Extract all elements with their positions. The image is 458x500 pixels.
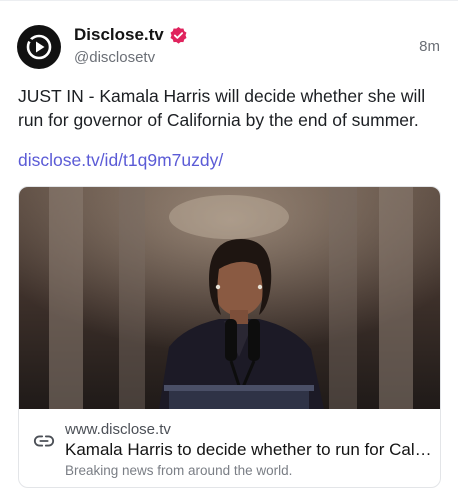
link-preview-card[interactable]: www.disclose.tv Kamala Harris to decide … [18, 186, 441, 488]
author-handle[interactable]: @disclosetv [74, 49, 155, 66]
photo-woman-at-podium-icon [19, 187, 440, 409]
link-icon [33, 435, 55, 447]
avatar[interactable] [17, 25, 61, 69]
author-name-text: Disclose.tv [74, 25, 164, 44]
link-preview-description: Breaking news from around the world. [65, 463, 293, 478]
author-name[interactable]: Disclose.tv [74, 25, 188, 45]
link-preview-image [19, 187, 440, 409]
verified-badge-icon [170, 26, 187, 44]
post-timestamp[interactable]: 8m [419, 38, 440, 55]
link-preview-meta: www.disclose.tv Kamala Harris to decide … [19, 409, 440, 487]
post-link[interactable]: disclose.tv/id/t1q9m7uzdy/ [18, 150, 223, 171]
play-logo-icon [26, 34, 52, 60]
post-text: JUST IN - Kamala Harris will decide whet… [18, 86, 426, 130]
link-preview-title: Kamala Harris to decide whether to run f… [65, 440, 433, 459]
post-card: Disclose.tv @disclosetv 8m JUST IN - Kam… [0, 0, 458, 500]
link-preview-domain: www.disclose.tv [65, 421, 171, 438]
